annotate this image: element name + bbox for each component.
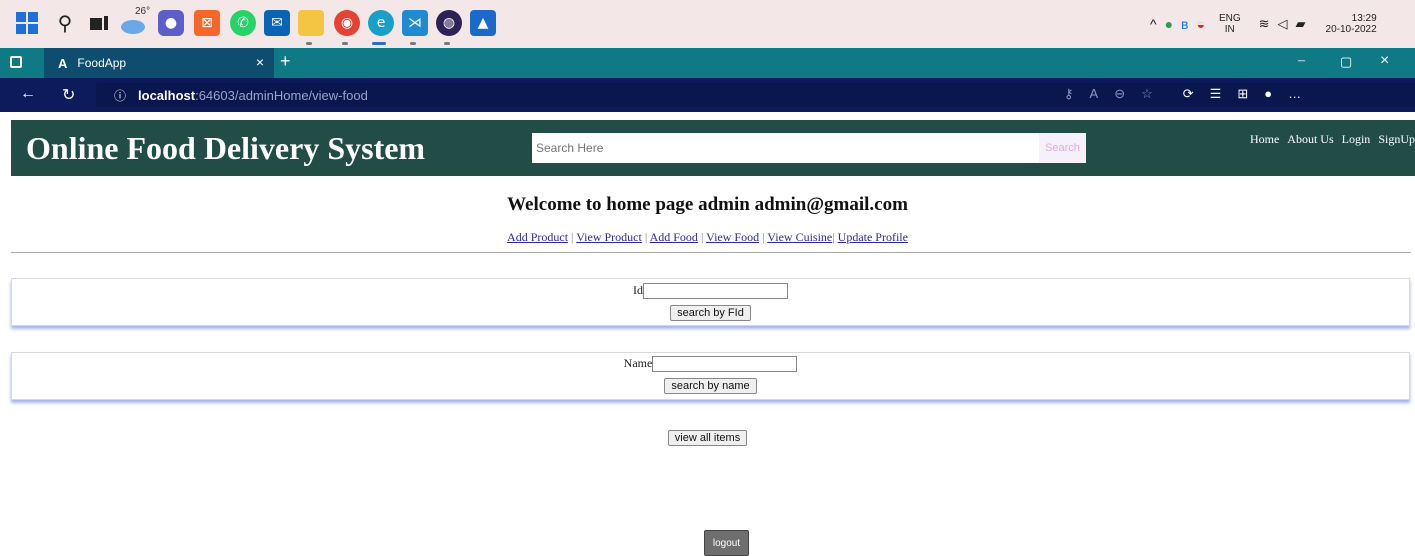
system-tray: ^ ● ʙ ◒ ENG IN ≋ ◁ ▰ 13:29 20-10-2022 bbox=[1150, 0, 1377, 48]
favorites-bar-icon[interactable]: ☰ bbox=[1210, 86, 1222, 102]
language-region: IN bbox=[1224, 24, 1235, 35]
task-view-icon[interactable] bbox=[86, 10, 112, 36]
url-host: localhost bbox=[138, 87, 196, 103]
language-code: ENG bbox=[1218, 13, 1241, 24]
language-indicator[interactable]: ENG IN bbox=[1219, 13, 1241, 35]
search-icon[interactable]: ⚲ bbox=[52, 10, 78, 36]
key-icon[interactable]: ⚷ bbox=[1064, 86, 1074, 102]
clock-date: 20-10-2022 bbox=[1325, 24, 1377, 35]
search-by-name-button[interactable]: search by name bbox=[664, 378, 757, 394]
vscode-icon[interactable]: ⋊ bbox=[402, 10, 428, 36]
tray-app-icon[interactable]: ◒ bbox=[1196, 16, 1204, 32]
favorite-icon[interactable]: ☆ bbox=[1141, 86, 1153, 102]
browser-address-bar: ← ↻ ⓘ localhost :64603/adminHome/view-fo… bbox=[0, 78, 1415, 112]
running-indicator bbox=[444, 42, 450, 45]
id-label: Id bbox=[633, 283, 643, 297]
divider bbox=[11, 252, 1411, 253]
file-explorer-icon[interactable] bbox=[298, 10, 324, 36]
nav-about-us[interactable]: About Us bbox=[1287, 132, 1333, 147]
extensions-icon[interactable]: ⟳ bbox=[1183, 86, 1194, 102]
search-by-id-button[interactable]: search by FId bbox=[670, 305, 751, 321]
running-indicator bbox=[342, 42, 348, 45]
link-view-product[interactable]: View Product bbox=[576, 230, 642, 244]
nav-login[interactable]: Login bbox=[1342, 132, 1371, 147]
new-tab-icon[interactable]: + bbox=[280, 51, 291, 72]
search-by-id-panel: Id search by FId bbox=[11, 278, 1410, 326]
clock-time: 13:29 bbox=[1351, 13, 1377, 24]
nav-home[interactable]: Home bbox=[1250, 132, 1279, 147]
search-button[interactable]: Search bbox=[1039, 133, 1086, 163]
id-row: Id bbox=[12, 283, 1409, 300]
separator: | bbox=[762, 230, 765, 244]
nav-signup[interactable]: SignUp bbox=[1378, 132, 1415, 147]
separator: | bbox=[644, 230, 648, 244]
top-nav: Home About Us Login SignUp bbox=[1250, 132, 1415, 147]
weather-temp: 26° bbox=[135, 6, 151, 17]
tab-favicon-icon: A bbox=[58, 55, 68, 71]
name-input[interactable] bbox=[652, 356, 798, 373]
clock[interactable]: 13:29 20-10-2022 bbox=[1326, 13, 1377, 35]
tab-title: FoodApp bbox=[77, 56, 127, 70]
refresh-icon[interactable]: ↻ bbox=[62, 85, 75, 105]
chat-icon[interactable]: ● bbox=[158, 10, 184, 36]
more-icon[interactable]: … bbox=[1288, 86, 1301, 102]
bluetooth-icon[interactable]: ʙ bbox=[1181, 16, 1188, 32]
browser-tab[interactable]: A FoodApp × bbox=[44, 48, 274, 78]
site-header: Online Food Delivery System Search Home … bbox=[11, 120, 1415, 176]
separator: | bbox=[700, 230, 704, 244]
info-icon: ⓘ bbox=[114, 88, 127, 103]
edge-icon[interactable]: e bbox=[368, 10, 394, 36]
whatsapp-icon[interactable]: ✆ bbox=[230, 10, 256, 36]
zoom-icon[interactable]: ⊖ bbox=[1114, 86, 1125, 102]
view-all-items-button[interactable]: view all items bbox=[667, 430, 748, 446]
back-icon[interactable]: ← bbox=[20, 85, 36, 103]
running-indicator bbox=[410, 42, 416, 45]
link-add-food[interactable]: Add Food bbox=[650, 230, 698, 244]
minimize-icon[interactable]: – bbox=[1298, 53, 1305, 69]
battery-icon[interactable]: ▰ bbox=[1296, 16, 1306, 32]
restore-icon[interactable]: ▢ bbox=[1340, 54, 1352, 70]
link-add-product[interactable]: Add Product bbox=[507, 230, 568, 244]
close-icon[interactable]: × bbox=[256, 54, 264, 70]
separator: | bbox=[571, 230, 574, 244]
url-path: :64603/adminHome/view-food bbox=[195, 87, 368, 103]
separator: | bbox=[832, 230, 835, 244]
admin-links: Add Product | View Product | Add Food | … bbox=[0, 230, 1415, 245]
chrome-icon[interactable]: ◉ bbox=[334, 10, 360, 36]
id-button-row: search by FId bbox=[12, 305, 1409, 321]
link-update-profile[interactable]: Update Profile bbox=[838, 230, 908, 244]
eclipse-icon[interactable]: ◍ bbox=[436, 10, 462, 36]
tab-actions-icon[interactable] bbox=[10, 56, 22, 68]
read-aloud-icon[interactable]: A bbox=[1090, 86, 1099, 102]
wifi-icon[interactable]: ≋ bbox=[1259, 16, 1270, 32]
tray-app-icon[interactable]: ● bbox=[1165, 16, 1173, 32]
web-page: Online Food Delivery System Search Home … bbox=[0, 112, 1415, 556]
name-label: Name bbox=[623, 356, 653, 370]
browser-tab-strip: A FoodApp × + – ▢ × bbox=[0, 48, 1415, 78]
id-input[interactable] bbox=[643, 283, 788, 300]
xampp-icon[interactable]: ⊠ bbox=[194, 10, 220, 36]
search-by-name-panel: Name search by name bbox=[11, 352, 1410, 400]
search-input[interactable] bbox=[532, 133, 1039, 163]
running-indicator bbox=[372, 42, 386, 45]
profile-avatar-icon[interactable]: ● bbox=[1264, 86, 1272, 102]
running-indicator bbox=[306, 42, 312, 45]
close-window-icon[interactable]: × bbox=[1380, 52, 1389, 70]
link-view-food[interactable]: View Food bbox=[706, 230, 759, 244]
mail-icon[interactable]: ✉ bbox=[264, 10, 290, 36]
name-row: Name bbox=[12, 356, 1409, 373]
volume-icon[interactable]: ◁ bbox=[1278, 16, 1288, 32]
name-button-row: search by name bbox=[12, 378, 1409, 394]
site-title: Online Food Delivery System bbox=[26, 130, 426, 166]
logout-button[interactable]: logout bbox=[704, 530, 749, 556]
view-all-row: view all items bbox=[0, 430, 1415, 446]
chevron-up-icon[interactable]: ^ bbox=[1150, 16, 1157, 32]
windows-start-icon[interactable] bbox=[14, 10, 40, 36]
browser-toolbar-icons: ⚷ A ⊖ ☆ ⟳ ☰ ⊞ ● … bbox=[1064, 86, 1301, 102]
link-view-cuisine[interactable]: View Cuisine bbox=[767, 230, 832, 244]
welcome-heading: Welcome to home page admin admin@gmail.c… bbox=[507, 194, 908, 215]
windows-taskbar: ⚲ 26° ● ⊠ ✆ ✉ ◉ e ⋊ ◍ ▲ ^ ● ʙ ◒ ENG IN ≋… bbox=[0, 0, 1415, 48]
photos-icon[interactable]: ▲ bbox=[470, 10, 496, 36]
collections-icon[interactable]: ⊞ bbox=[1237, 86, 1248, 102]
